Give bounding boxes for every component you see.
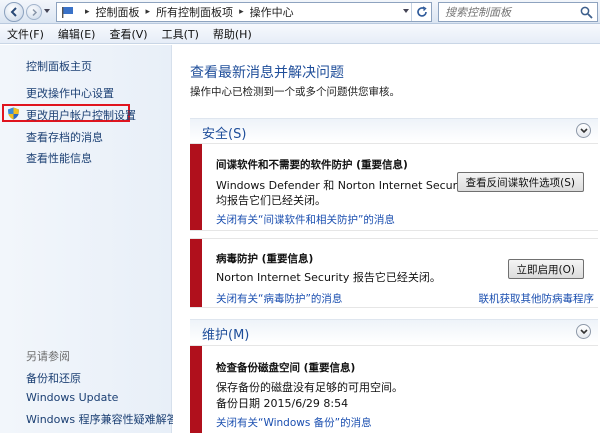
- sidebar: 控制面板主页 更改操作中心设置 更改用户帐户控制设置 查看存档的消息 查看性能信…: [0, 45, 178, 433]
- spyware-alert-card: 间谍软件和不需要的软件防护 (重要信息) Windows Defender 和 …: [190, 143, 598, 231]
- see-also-label: 另请参阅: [26, 350, 70, 363]
- menu-bar: 文件(F) 编辑(E) 查看(V) 工具(T) 帮助(H): [0, 24, 600, 44]
- collapse-maintenance-button[interactable]: [576, 324, 591, 339]
- sidebar-item-archived-messages[interactable]: 查看存档的消息: [26, 129, 103, 145]
- address-history-dropdown[interactable]: [403, 9, 409, 13]
- address-bar: ▸ 控制面板 ▸ 所有控制面板项 ▸ 操作中心: [0, 0, 600, 24]
- page-subtitle: 操作中心已检测到一个或多个问题供您审核。: [190, 86, 400, 98]
- spyware-alert-body-line2: 均报告它们已经关闭。: [216, 194, 326, 207]
- breadcrumb-all-items[interactable]: 所有控制面板项: [156, 4, 233, 20]
- security-section-header[interactable]: 安全(S): [190, 118, 598, 142]
- sidebar-item-home[interactable]: 控制面板主页: [26, 58, 92, 74]
- chevron-down-icon: [580, 128, 588, 134]
- virus-alert-body: Norton Internet Security 报告它已经关闭。: [216, 271, 441, 284]
- view-antispyware-options-button[interactable]: 查看反间谍软件选项(S): [456, 172, 584, 192]
- recent-pages-dropdown[interactable]: [44, 9, 50, 13]
- backup-alert-title: 检查备份磁盘空间 (重要信息): [216, 362, 356, 374]
- backup-alert-body-line1: 保存备份的磁盘没有足够的可用空间。: [216, 381, 403, 394]
- sidebar-item-change-settings[interactable]: 更改操作中心设置: [26, 85, 114, 101]
- refresh-button[interactable]: [411, 3, 431, 21]
- virus-alert-title: 病毒防护 (重要信息): [216, 253, 314, 265]
- get-antivirus-link[interactable]: 联机获取其他防病毒程序: [479, 291, 595, 306]
- virus-alert-card: 病毒防护 (重要信息) Norton Internet Security 报告它…: [190, 238, 598, 308]
- menu-tools[interactable]: 工具(T): [155, 26, 206, 42]
- backup-alert-body-line2: 备份日期 2015/6/29 8:54: [216, 397, 349, 410]
- arrow-right-icon: [32, 8, 38, 17]
- collapse-security-button[interactable]: [576, 123, 591, 138]
- dismiss-spyware-link[interactable]: 关闭有关“间谍软件和相关防护”的消息: [216, 212, 395, 227]
- breadcrumb-control-panel[interactable]: 控制面板: [96, 4, 140, 20]
- menu-view[interactable]: 查看(V): [102, 26, 154, 42]
- page-title: 查看最新消息并解决问题: [190, 65, 344, 81]
- severity-bar: [190, 144, 202, 230]
- search-box[interactable]: [438, 2, 598, 22]
- flag-icon: [62, 7, 73, 18]
- breadcrumb-action-center[interactable]: 操作中心: [250, 4, 294, 20]
- security-section-title: 安全(S): [202, 127, 247, 142]
- forward-button[interactable]: [26, 4, 42, 20]
- backup-alert-card: 检查备份磁盘空间 (重要信息) 保存备份的磁盘没有足够的可用空间。 备份日期 2…: [190, 345, 598, 433]
- uac-shield-icon: [8, 107, 19, 120]
- see-also-backup[interactable]: 备份和还原: [26, 370, 81, 386]
- menu-help[interactable]: 帮助(H): [206, 26, 259, 42]
- address-field[interactable]: ▸ 控制面板 ▸ 所有控制面板项 ▸ 操作中心: [56, 2, 432, 22]
- dismiss-virus-link[interactable]: 关闭有关“病毒防护”的消息: [216, 291, 342, 306]
- spyware-alert-body-line1: Windows Defender 和 Norton Internet Secur…: [216, 179, 472, 192]
- maintenance-section-title: 维护(M): [202, 328, 250, 343]
- menu-file[interactable]: 文件(F): [0, 26, 51, 42]
- see-also-compat-troubleshooter[interactable]: Windows 程序兼容性疑难解答: [26, 411, 178, 427]
- spyware-alert-title: 间谍软件和不需要的软件防护 (重要信息): [216, 159, 408, 171]
- see-also-windows-update[interactable]: Windows Update: [26, 391, 118, 404]
- menu-edit[interactable]: 编辑(E): [51, 26, 103, 42]
- search-input[interactable]: [439, 3, 579, 21]
- sidebar-item-performance[interactable]: 查看性能信息: [26, 150, 92, 166]
- maintenance-section-header[interactable]: 维护(M): [190, 319, 598, 343]
- chevron-down-icon: [580, 329, 588, 335]
- sidebar-item-uac[interactable]: 更改用户帐户控制设置: [26, 107, 136, 123]
- search-icon[interactable]: [580, 6, 593, 19]
- refresh-icon: [416, 6, 427, 17]
- back-button[interactable]: [4, 2, 24, 22]
- severity-bar: [190, 346, 202, 433]
- arrow-left-icon: [10, 7, 17, 17]
- dismiss-backup-link[interactable]: 关闭有关“Windows 备份”的消息: [216, 415, 372, 430]
- severity-bar: [190, 239, 202, 307]
- main-content: 查看最新消息并解决问题 操作中心已检测到一个或多个问题供您审核。 安全(S) 间…: [173, 45, 600, 433]
- turn-on-now-button[interactable]: 立即启用(O): [507, 259, 584, 279]
